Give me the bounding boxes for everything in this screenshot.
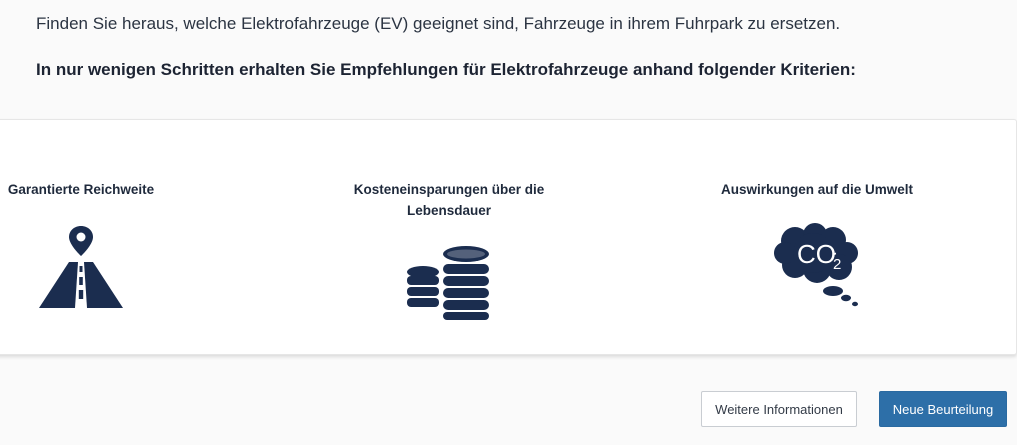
road-location-pin-icon [39, 226, 123, 308]
criterion-range-title: Garantierte Reichweite [7, 182, 155, 197]
more-information-button[interactable]: Weitere Informationen [701, 391, 857, 427]
coins-stack-icon [407, 246, 489, 320]
criterion-savings-title: Kosteneinsparungen über die Lebensdauer [353, 182, 545, 218]
criteria-lead-text: In nur wenigen Schritten erhalten Sie Em… [36, 60, 856, 79]
co2-cloud-icon: CO 2 [774, 223, 858, 307]
criteria-card [0, 119, 1017, 355]
new-assessment-button[interactable]: Neue Beurteilung [879, 391, 1007, 427]
co2-subscript: 2 [833, 256, 841, 273]
co2-label: CO [797, 239, 836, 269]
criterion-environment-title: Auswirkungen auf die Umwelt [720, 182, 914, 197]
intro-text: Finden Sie heraus, welche Elektrofahrzeu… [36, 14, 841, 33]
